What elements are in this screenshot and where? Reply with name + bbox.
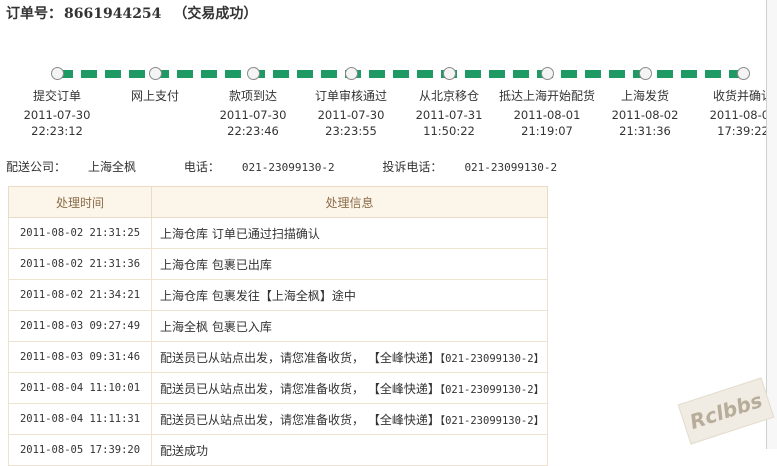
complaint-phone-label: 投诉电话：: [382, 160, 443, 174]
step-node-2: [149, 67, 162, 80]
complaint-phone-number: 021-23099130-2: [464, 161, 558, 174]
log-info-text: 上海仓库 订单已通过扫描确认: [160, 226, 320, 241]
step-node-3: [247, 67, 260, 80]
log-info-text: 配送员已从站点出发，请您准备收货， 【全峰快递】: [160, 381, 440, 396]
step-label-6: 抵达上海开始配货: [499, 89, 596, 103]
log-time: 2011-08-02 21:31:36: [8, 248, 152, 280]
step-time-4: 23:23:55: [325, 124, 377, 138]
step-date-5: 2011-07-31: [415, 108, 483, 122]
log-info: 上海全枫 包裹已入库: [151, 310, 548, 342]
table-row: 2011-08-04 11:10:01 配送员已从站点出发，请您准备收货， 【全峰…: [8, 372, 548, 404]
column-header-info: 处理信息: [151, 186, 548, 218]
log-info: 上海仓库 包裹已出库: [151, 248, 548, 280]
step-time-1: 22:23:12: [31, 124, 83, 138]
step-time-7: 21:31:36: [619, 124, 671, 138]
log-time: 2011-08-05 17:39:20: [8, 434, 152, 466]
step-label-5: 从北京移仓: [418, 89, 479, 103]
log-time: 2011-08-04 11:11:31: [8, 403, 152, 435]
log-info-text: 配送员已从站点出发，请您准备收货， 【全峰快递】: [160, 350, 440, 365]
table-row: 2011-08-04 11:11:31 配送员已从站点出发，请您准备收货， 【全峰…: [8, 403, 548, 435]
log-time: 2011-08-03 09:27:49: [8, 310, 152, 342]
log-info-text: 上海仓库 包裹发往【上海全枫】途中: [160, 288, 356, 303]
processing-log-table: 处理时间 处理信息 2011-08-02 21:31:25 上海仓库 订单已通过扫…: [8, 186, 548, 466]
step-label-1: 提交订单: [32, 89, 81, 103]
log-info-text: 上海全枫 包裹已入库: [160, 319, 272, 334]
log-time: 2011-08-03 09:31:46: [8, 341, 152, 373]
table-header-row: 处理时间 处理信息: [8, 186, 548, 218]
log-info-code: 【021-23099130-2】: [439, 352, 545, 365]
step-label-8: 收货并确认: [712, 89, 773, 103]
table-row: 2011-08-02 21:31:36 上海仓库 包裹已出库: [8, 248, 548, 280]
step-node-1: [51, 67, 64, 80]
log-info: 配送员已从站点出发，请您准备收货， 【全峰快递】【021-23099130-2】: [151, 341, 548, 373]
table-row: 2011-08-05 17:39:20 配送成功: [8, 434, 548, 466]
step-node-8: [737, 67, 750, 80]
column-header-time: 处理时间: [8, 186, 152, 218]
log-time: 2011-08-04 11:10:01: [8, 372, 152, 404]
phone-number: 021-23099130-2: [241, 161, 335, 174]
log-info: 配送成功: [151, 434, 548, 466]
step-date-4: 2011-07-30: [317, 108, 385, 122]
step-label-7: 上海发货: [620, 89, 669, 103]
step-time-3: 22:23:46: [227, 124, 279, 138]
step-node-6: [541, 67, 554, 80]
step-time-5: 11:50:22: [423, 124, 475, 138]
table-row: 2011-08-03 09:31:46 配送员已从站点出发，请您准备收货， 【全峰…: [8, 341, 548, 373]
step-node-4: [345, 67, 358, 80]
phone-label: 电话：: [183, 160, 220, 174]
log-info-code: 【021-23099130-2】: [439, 383, 545, 396]
step-time-6: 21:19:07: [521, 124, 573, 138]
log-info-code: 【021-23099130-2】: [439, 414, 545, 427]
step-label-2: 网上支付: [130, 89, 179, 103]
log-info-text: 配送员已从站点出发，请您准备收货， 【全峰快递】: [160, 412, 440, 427]
step-node-5: [443, 67, 456, 80]
log-info: 配送员已从站点出发，请您准备收货， 【全峰快递】【021-23099130-2】: [151, 372, 548, 404]
log-info-text: 上海仓库 包裹已出库: [160, 257, 272, 272]
step-node-7: [639, 67, 652, 80]
step-time-8: 17:39:22: [717, 124, 769, 138]
watermark-logo: Rclbbs: [677, 377, 775, 445]
step-date-3: 2011-07-30: [219, 108, 287, 122]
table-row: 2011-08-02 21:31:25 上海仓库 订单已通过扫描确认: [8, 217, 548, 249]
window-scroll-edge[interactable]: [766, 0, 777, 449]
log-time: 2011-08-02 21:34:21: [8, 279, 152, 311]
log-time: 2011-08-02 21:31:25: [8, 217, 152, 249]
step-label-4: 订单审核通过: [314, 89, 387, 103]
log-info-text: 配送成功: [160, 443, 209, 458]
log-info: 上海仓库 订单已通过扫描确认: [151, 217, 548, 249]
step-date-8: 2011-08-05: [709, 108, 777, 122]
table-row: 2011-08-03 09:27:49 上海全枫 包裹已入库: [8, 310, 548, 342]
step-date-7: 2011-08-02: [611, 108, 679, 122]
table-row: 2011-08-02 21:34:21 上海仓库 包裹发往【上海全枫】途中: [8, 279, 548, 311]
order-progress-tracker: 提交订单 2011-07-30 22:23:12 网上支付 款项到达 2011-07-30…: [0, 0, 777, 150]
processing-log-body: 2011-08-02 21:31:25 上海仓库 订单已通过扫描确认 2011-08…: [8, 217, 548, 466]
step-date-6: 2011-08-01: [513, 108, 581, 122]
step-label-3: 款项到达: [228, 89, 277, 103]
delivery-contact-info: 配送公司： 上海全枫 电话： 021-23099130-2 投诉电话： 021-230…: [6, 158, 601, 175]
step-date-1: 2011-07-30: [23, 108, 91, 122]
delivery-company: 上海全枫: [88, 160, 137, 174]
delivery-company-label: 配送公司：: [6, 160, 67, 174]
log-info: 配送员已从站点出发，请您准备收货， 【全峰快递】【021-23099130-2】: [151, 403, 548, 435]
log-info: 上海仓库 包裹发往【上海全枫】途中: [151, 279, 548, 311]
